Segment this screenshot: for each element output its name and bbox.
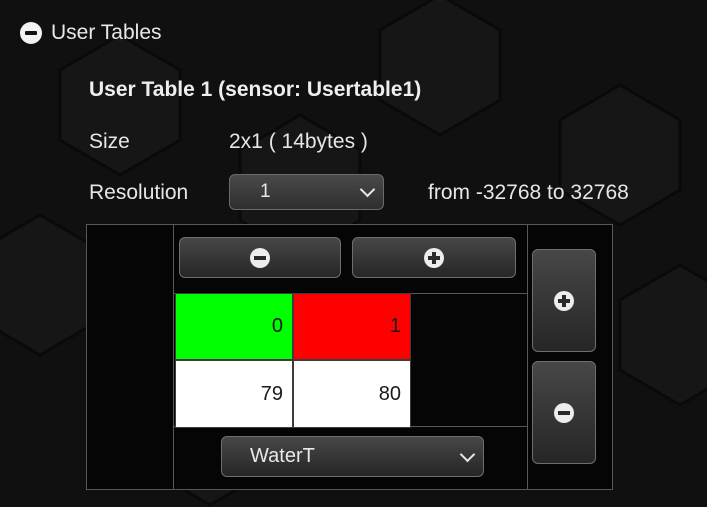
minus-circle-icon [250,247,270,268]
resolution-select[interactable]: 1 [229,174,384,210]
resolution-label: Resolution [89,181,189,204]
minus-circle-icon[interactable] [20,22,42,44]
size-label: Size [89,130,130,153]
remove-column-button[interactable] [179,237,341,278]
grid-data-cell-0[interactable]: 79 [175,360,293,428]
grid-header-cell-0[interactable]: 0 [175,293,293,360]
plus-circle-icon [424,247,444,268]
grid-data-cell-1[interactable]: 80 [293,360,411,428]
size-value: 2x1 ( 14bytes ) [229,130,368,153]
chevron-down-icon [359,181,376,198]
plus-circle-icon [554,290,574,311]
grid-divider [173,225,174,489]
user-table-grid: 0 1 79 80 WaterT [86,224,613,490]
minus-circle-icon [554,402,574,423]
resolution-select-value: 1 [260,181,271,202]
add-column-button[interactable] [352,237,516,278]
sensor-select[interactable]: WaterT [221,436,484,477]
user-table-title: User Table 1 (sensor: Usertable1) [89,78,422,101]
section-title: User Tables [51,21,162,44]
resolution-range: from -32768 to 32768 [428,181,629,204]
sensor-select-value: WaterT [250,445,315,467]
chevron-down-icon [459,446,476,462]
add-row-button[interactable] [532,249,596,352]
grid-header-cell-1[interactable]: 1 [293,293,411,360]
user-tables-section-header[interactable]: User Tables [20,18,162,48]
grid-divider [527,225,528,489]
remove-row-button[interactable] [532,361,596,464]
